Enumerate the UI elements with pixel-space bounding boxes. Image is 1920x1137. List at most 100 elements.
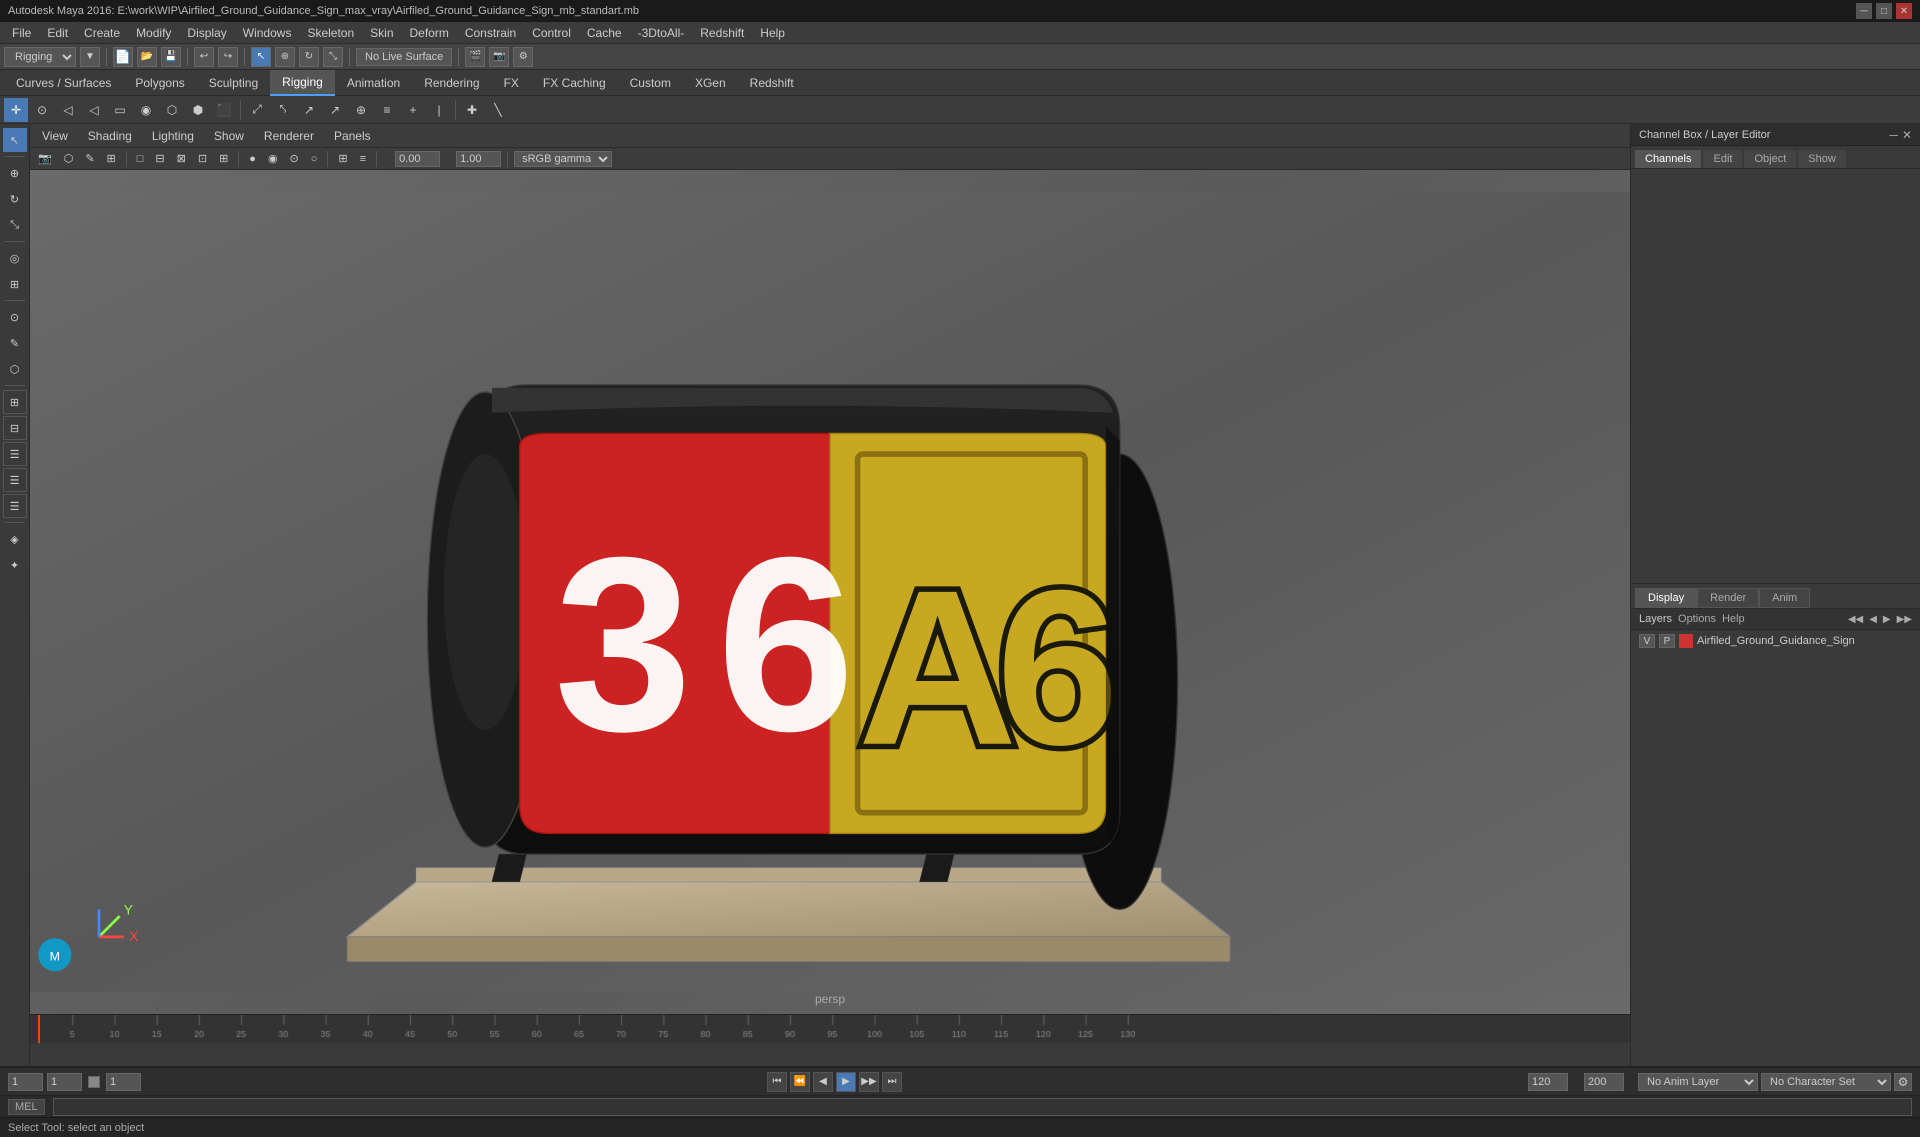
pb-step-back-btn[interactable]: ⏪ — [790, 1072, 810, 1092]
vh-shading[interactable]: Shading — [84, 127, 136, 145]
menu-deform[interactable]: Deform — [402, 24, 457, 42]
maximize-button[interactable]: □ — [1876, 3, 1892, 19]
render-btn[interactable]: 🎬 — [465, 47, 485, 67]
vh-panels[interactable]: Panels — [330, 127, 375, 145]
rp-close-btn[interactable]: ✕ — [1902, 128, 1912, 142]
tab-curves-surfaces[interactable]: Curves / Surfaces — [4, 70, 123, 96]
shelf-snap1[interactable]: ⤢ — [245, 98, 269, 122]
shelf-snap7[interactable]: + — [401, 98, 425, 122]
vt-gamma-dropdown[interactable]: sRGB gamma — [514, 151, 612, 167]
pb-settings-btn[interactable]: ⚙ — [1894, 1073, 1912, 1091]
vt-item1[interactable]: ⬡ — [60, 151, 78, 166]
rp-nav-last[interactable]: ▶▶ — [1897, 614, 1912, 625]
vt-shade1[interactable]: ● — [245, 152, 260, 166]
close-button[interactable]: ✕ — [1896, 3, 1912, 19]
lt-paint[interactable]: ✎ — [3, 331, 27, 355]
shelf-select[interactable]: ✛ — [4, 98, 28, 122]
shelf-snap4[interactable]: ↗ — [323, 98, 347, 122]
rp-nav-first[interactable]: ◀◀ — [1848, 614, 1863, 625]
lt-rotate-tool[interactable]: ↻ — [3, 187, 27, 211]
vt-view3[interactable]: ⊠ — [173, 151, 190, 166]
rp-display-tab-render[interactable]: Render — [1697, 588, 1759, 608]
vt-val2-input[interactable]: 1.00 — [456, 151, 501, 167]
menu-display[interactable]: Display — [179, 24, 234, 42]
pb-skip-start-btn[interactable]: ⏮ — [767, 1072, 787, 1092]
rp-display-tab-display[interactable]: Display — [1635, 588, 1697, 608]
pb-fwd-btn[interactable]: ▶▶ — [859, 1072, 879, 1092]
undo-btn[interactable]: ↩ — [194, 47, 214, 67]
rp-layer-tab-help[interactable]: Help — [1722, 613, 1745, 625]
vt-cam-btn[interactable]: 📷 — [34, 151, 56, 166]
new-scene-btn[interactable]: 📄 — [113, 47, 133, 67]
move-mode-btn[interactable]: ⊕ — [275, 47, 295, 67]
lt-scale-tool[interactable]: ⤡ — [3, 213, 27, 237]
lt-misc2[interactable]: ✦ — [3, 553, 27, 577]
rp-tab-channels[interactable]: Channels — [1635, 150, 1701, 168]
ipr-btn[interactable]: 📷 — [489, 47, 509, 67]
tab-xgen[interactable]: XGen — [683, 70, 738, 96]
shelf-paint[interactable]: ◁ — [56, 98, 80, 122]
shelf-line[interactable]: ╲ — [486, 98, 510, 122]
pb-back-btn[interactable]: ◀ — [813, 1072, 833, 1092]
shelf-lasso[interactable]: ⊙ — [30, 98, 54, 122]
lt-layer5[interactable]: ☰ — [3, 494, 27, 518]
vt-view1[interactable]: □ — [133, 152, 148, 166]
menu-constrain[interactable]: Constrain — [457, 24, 524, 42]
rp-collapse-btn[interactable]: ─ — [1889, 128, 1898, 142]
rotate-mode-btn[interactable]: ↻ — [299, 47, 319, 67]
shelf-snap5[interactable]: ⊕ — [349, 98, 373, 122]
rp-nav-next[interactable]: ▶ — [1883, 614, 1891, 625]
shelf-snap8[interactable]: | — [427, 98, 451, 122]
menu-control[interactable]: Control — [524, 24, 579, 42]
vt-val1-input[interactable]: 0.00 — [395, 151, 440, 167]
vt-shade2[interactable]: ◉ — [264, 151, 282, 166]
vh-lighting[interactable]: Lighting — [148, 127, 198, 145]
vt-shade4[interactable]: ○ — [307, 152, 322, 166]
frame-current-input[interactable] — [47, 1073, 82, 1091]
lt-select-tool[interactable]: ↖ — [3, 128, 27, 152]
rp-tab-object[interactable]: Object — [1744, 150, 1796, 168]
frame-end-input[interactable] — [1528, 1073, 1568, 1091]
shelf-box-select[interactable]: ▭ — [108, 98, 132, 122]
shelf-circle[interactable]: ◉ — [134, 98, 158, 122]
vt-hud[interactable]: ≡ — [356, 152, 370, 166]
vh-view[interactable]: View — [38, 127, 72, 145]
open-scene-btn[interactable]: 📂 — [137, 47, 157, 67]
rp-tab-edit[interactable]: Edit — [1703, 150, 1742, 168]
character-set-dropdown[interactable]: No Character Set — [1761, 1073, 1891, 1091]
tab-fx-caching[interactable]: FX Caching — [531, 70, 618, 96]
tab-rigging[interactable]: Rigging — [270, 70, 335, 96]
vt-view2[interactable]: ⊟ — [151, 151, 168, 166]
lt-move-tool[interactable]: ⊕ — [3, 161, 27, 185]
menu-file[interactable]: File — [4, 24, 39, 42]
rp-layer-tab-options[interactable]: Options — [1678, 613, 1716, 625]
rp-display-tab-anim[interactable]: Anim — [1759, 588, 1810, 608]
tab-redshift[interactable]: Redshift — [738, 70, 806, 96]
select-mode-btn[interactable]: ↖ — [251, 47, 271, 67]
rp-layer-tab-layers[interactable]: Layers — [1639, 613, 1672, 625]
shelf-snap3[interactable]: ↗ — [297, 98, 321, 122]
layer-color-swatch[interactable] — [1679, 634, 1693, 648]
menu-modify[interactable]: Modify — [128, 24, 179, 42]
viewport-canvas[interactable]: 3 6 A 6 Y X M — [30, 170, 1630, 1014]
layer-playback-toggle[interactable]: P — [1659, 634, 1675, 648]
tab-fx[interactable]: FX — [492, 70, 531, 96]
menu-skin[interactable]: Skin — [362, 24, 401, 42]
menu-3dtoall[interactable]: -3DtoAll- — [630, 24, 693, 42]
settings-btn[interactable]: ⚙ — [513, 47, 533, 67]
lt-lasso[interactable]: ⊙ — [3, 305, 27, 329]
lt-show-manip[interactable]: ⊞ — [3, 272, 27, 296]
tab-sculpting[interactable]: Sculpting — [197, 70, 270, 96]
vt-item2[interactable]: ✎ — [81, 151, 98, 166]
scale-mode-btn[interactable]: ⤡ — [323, 47, 343, 67]
tab-rendering[interactable]: Rendering — [412, 70, 491, 96]
lt-layer1[interactable]: ⊞ — [3, 390, 27, 414]
pb-skip-end-btn[interactable]: ⏭ — [882, 1072, 902, 1092]
shelf-move[interactable]: ◁ — [82, 98, 106, 122]
shelf-snap6[interactable]: ≡ — [375, 98, 399, 122]
vt-shade3[interactable]: ⊙ — [286, 151, 303, 166]
redo-btn[interactable]: ↪ — [218, 47, 238, 67]
anim-layer-dropdown[interactable]: No Anim Layer — [1638, 1073, 1758, 1091]
frame-box-input[interactable] — [106, 1073, 141, 1091]
vt-item3[interactable]: ⊞ — [103, 151, 120, 166]
